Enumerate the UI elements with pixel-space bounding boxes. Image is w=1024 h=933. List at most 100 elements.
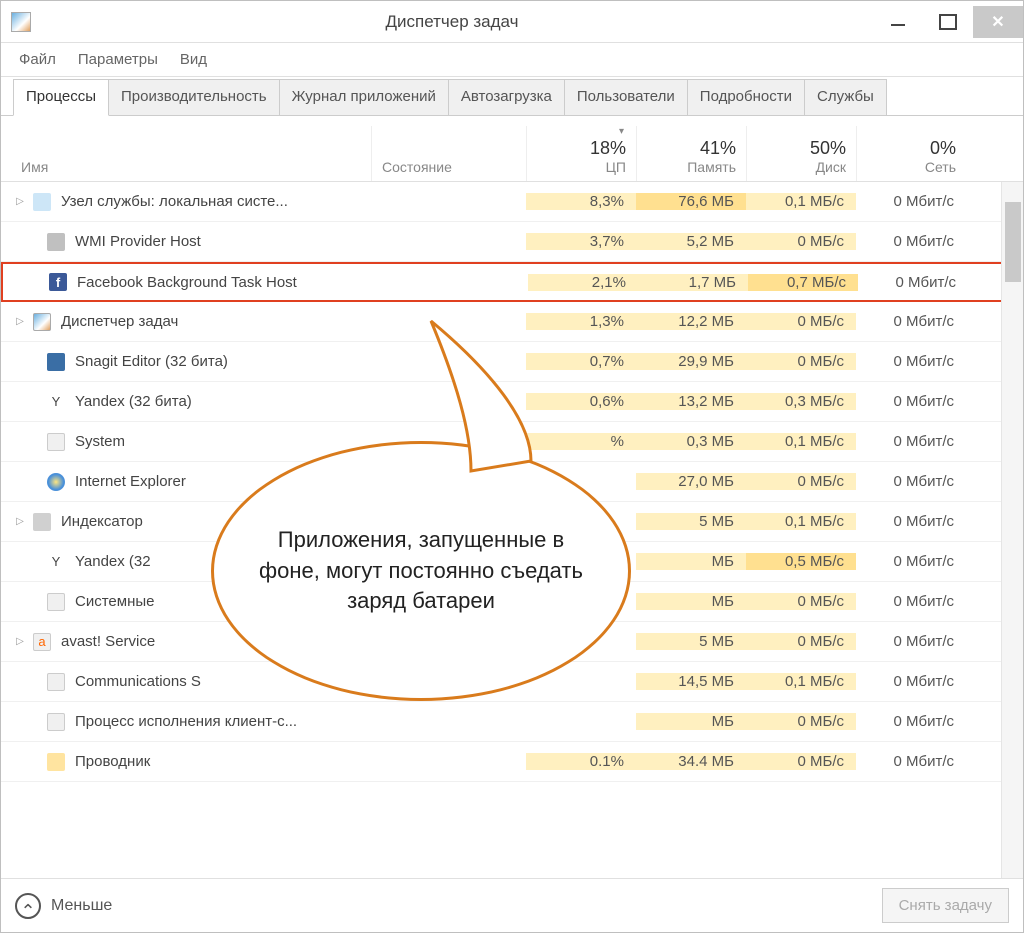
process-row[interactable]: aavast! Service5 МБ0 МБ/с0 Мбит/с	[1, 622, 1023, 662]
titlebar: Диспетчер задач	[1, 1, 1023, 43]
process-row[interactable]: Индексатор 5 МБ0,1 МБ/с0 Мбит/с	[1, 502, 1023, 542]
process-name: Internet Explorer	[75, 473, 186, 490]
expand-icon[interactable]	[13, 315, 27, 329]
chevron-up-icon	[15, 893, 41, 919]
process-row[interactable]: WMI Provider Host3,7%5,2 МБ0 МБ/с0 Мбит/…	[1, 222, 1023, 262]
tab-processes[interactable]: Процессы	[13, 79, 109, 116]
end-task-button[interactable]: Снять задачу	[882, 888, 1009, 923]
process-name-cell: YYandex (32	[1, 553, 371, 571]
yx-icon: Y	[47, 393, 65, 411]
menu-options[interactable]: Параметры	[68, 47, 168, 72]
mem-cell: 34.4 МБ	[636, 753, 746, 770]
net-cell: 0 Мбит/с	[856, 593, 966, 610]
mem-cell: 1,7 МБ	[638, 274, 748, 291]
minimize-button[interactable]	[873, 6, 923, 38]
gear-icon	[33, 193, 51, 211]
table-header: Имя Состояние 18% ЦП 41% Память 50% Диск…	[1, 126, 1023, 182]
av-icon: a	[33, 633, 51, 651]
process-name-cell: Диспетчер задач	[1, 313, 371, 331]
disk-cell: 0,1 МБ/с	[746, 433, 856, 450]
process-row[interactable]: Процесс исполнения клиент-с...МБ0 МБ/с0 …	[1, 702, 1023, 742]
process-name-cell: Процесс исполнения клиент-с...	[1, 713, 371, 731]
expand-icon	[13, 395, 27, 409]
process-name: WMI Provider Host	[75, 233, 201, 250]
process-name-cell: Snagit Editor (32 бита)	[1, 353, 371, 371]
cpu-cell: 0,6%	[526, 393, 636, 410]
mem-cell: МБ	[636, 553, 746, 570]
mem-cell: МБ	[636, 593, 746, 610]
tab-details[interactable]: Подробности	[687, 79, 805, 116]
window-title: Диспетчер задач	[31, 12, 873, 32]
disk-cell: 0 МБ/с	[746, 353, 856, 370]
disk-cell: 0,5 МБ/с	[746, 553, 856, 570]
net-cell: 0 Мбит/с	[858, 274, 968, 291]
process-row[interactable]: Узел службы: локальная систе...8,3%76,6 …	[1, 182, 1023, 222]
tab-users[interactable]: Пользователи	[564, 79, 688, 116]
process-row[interactable]: Диспетчер задач1,3%12,2 МБ0 МБ/с0 Мбит/с	[1, 302, 1023, 342]
process-row[interactable]: YYandex (32МБ0,5 МБ/с0 Мбит/с	[1, 542, 1023, 582]
process-row[interactable]: fFacebook Background Task Host2,1%1,7 МБ…	[1, 262, 1023, 302]
process-name: Процесс исполнения клиент-с...	[75, 713, 297, 730]
col-network[interactable]: 0% Сеть	[856, 126, 966, 181]
sys-icon	[47, 433, 65, 451]
process-row[interactable]: СистемныеМБ0 МБ/с0 Мбит/с	[1, 582, 1023, 622]
process-name: Facebook Background Task Host	[77, 274, 297, 291]
expand-icon[interactable]	[13, 635, 27, 649]
process-row[interactable]: Snagit Editor (32 бита)0,7%29,9 МБ0 МБ/с…	[1, 342, 1023, 382]
net-cell: 0 Мбит/с	[856, 513, 966, 530]
fb-icon: f	[49, 273, 67, 291]
mem-cell: 5 МБ	[636, 513, 746, 530]
col-state[interactable]: Состояние	[371, 126, 526, 181]
process-name-cell: WMI Provider Host	[1, 233, 371, 251]
yx-icon: Y	[47, 553, 65, 571]
process-name: Индексатор	[61, 513, 143, 530]
disk-cell: 0,1 МБ/с	[746, 673, 856, 690]
cpu-cell: 1,3%	[526, 313, 636, 330]
expand-icon[interactable]	[13, 515, 27, 529]
mem-cell: 27,0 МБ	[636, 473, 746, 490]
net-cell: 0 Мбит/с	[856, 633, 966, 650]
process-row[interactable]: System%0,3 МБ0,1 МБ/с0 Мбит/с	[1, 422, 1023, 462]
snag-icon	[47, 353, 65, 371]
expand-icon	[13, 715, 27, 729]
col-disk[interactable]: 50% Диск	[746, 126, 856, 181]
expand-icon	[13, 235, 27, 249]
process-name-cell: Узел службы: локальная систе...	[1, 193, 371, 211]
tab-performance[interactable]: Производительность	[108, 79, 280, 116]
tab-services[interactable]: Службы	[804, 79, 887, 116]
process-name: System	[75, 433, 125, 450]
fewer-details-button[interactable]: Меньше	[15, 893, 112, 919]
mem-cell: 14,5 МБ	[636, 673, 746, 690]
process-row[interactable]: Internet Explorer27,0 МБ0 МБ/с0 Мбит/с	[1, 462, 1023, 502]
mem-cell: 12,2 МБ	[636, 313, 746, 330]
net-cell: 0 Мбит/с	[856, 433, 966, 450]
net-cell: 0 Мбит/с	[856, 673, 966, 690]
close-button[interactable]	[973, 6, 1023, 38]
col-name[interactable]: Имя	[1, 126, 371, 181]
process-row[interactable]: Communications S14,5 МБ0,1 МБ/с0 Мбит/с	[1, 662, 1023, 702]
net-cell: 0 Мбит/с	[856, 393, 966, 410]
expand-icon[interactable]	[13, 195, 27, 209]
scrollbar[interactable]	[1001, 182, 1023, 878]
col-cpu[interactable]: 18% ЦП	[526, 126, 636, 181]
mem-cell: 5,2 МБ	[636, 233, 746, 250]
col-memory[interactable]: 41% Память	[636, 126, 746, 181]
menu-file[interactable]: Файл	[9, 47, 66, 72]
disk-cell: 0 МБ/с	[746, 713, 856, 730]
menu-view[interactable]: Вид	[170, 47, 217, 72]
expand-icon	[13, 675, 27, 689]
expand-icon	[15, 275, 29, 289]
expand-icon	[13, 355, 27, 369]
disk-cell: 0,1 МБ/с	[746, 193, 856, 210]
process-name-cell: Индексатор	[1, 513, 371, 531]
disk-cell: 0 МБ/с	[746, 593, 856, 610]
maximize-button[interactable]	[923, 6, 973, 38]
scrollbar-thumb[interactable]	[1005, 202, 1021, 282]
cpu-cell: 0.1%	[526, 753, 636, 770]
tab-startup[interactable]: Автозагрузка	[448, 79, 565, 116]
process-row[interactable]: YYandex (32 бита)0,6%13,2 МБ0,3 МБ/с0 Мб…	[1, 382, 1023, 422]
process-name-cell: Проводник	[1, 753, 371, 771]
disk-cell: 0,1 МБ/с	[746, 513, 856, 530]
tab-app-history[interactable]: Журнал приложений	[279, 79, 449, 116]
process-row[interactable]: Проводник0.1%34.4 МБ0 МБ/с0 Мбит/с	[1, 742, 1023, 782]
